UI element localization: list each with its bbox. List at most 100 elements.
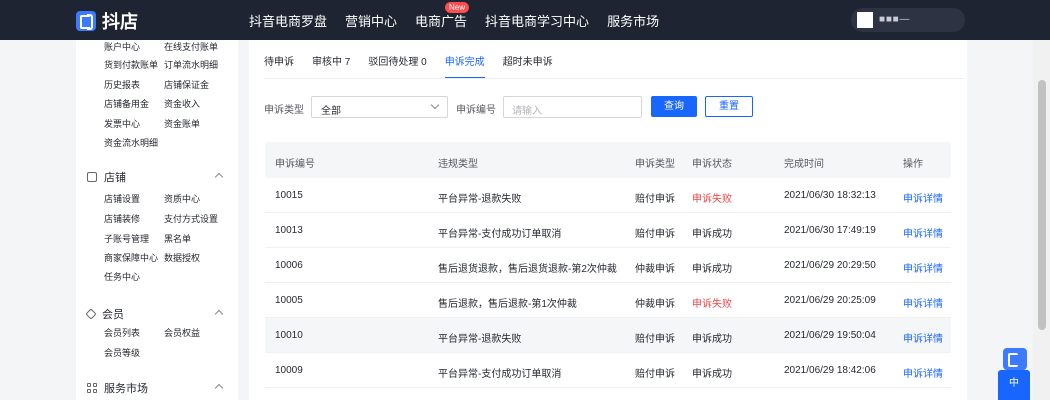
logo-text: 抖店 [102, 12, 138, 32]
violation-type: 平台异常-支付成功订单取消 [438, 229, 562, 240]
nav-item-marketing[interactable]: 营销中心 [345, 11, 397, 30]
table-row: 10013 平台异常-支付成功订单取消 赔付申诉 申诉成功 2021/06/30… [265, 213, 951, 248]
sidebar-link[interactable]: 资金账单 [164, 117, 200, 130]
appeal-id: 10015 [275, 190, 303, 201]
user-menu[interactable]: ■ ■ ■ — [851, 8, 965, 32]
sidebar-link[interactable]: 资金流水明细 [104, 136, 158, 149]
sidebar-link[interactable]: 店铺设置 [104, 192, 140, 205]
sidebar-link[interactable]: 货到付款账单 [104, 58, 158, 71]
appeal-table: 申诉编号 违规类型 申诉类型 申诉状态 完成时间 操作 10015 平台异常-退… [265, 142, 951, 388]
sidebar-link[interactable]: 店铺装修 [104, 212, 140, 225]
appeal-status: 申诉成功 [692, 264, 732, 275]
sidebar-link[interactable]: 账户中心 [104, 40, 140, 53]
appeal-id-input[interactable]: 请输入 [503, 96, 642, 118]
sidebar-group-service-market[interactable]: 服务市场 [87, 380, 148, 396]
complete-time: 2021/06/29 18:42:06 [784, 365, 876, 376]
new-badge: New [445, 1, 470, 13]
sidebar-link[interactable]: 店铺备用金 [104, 97, 149, 110]
diamond-icon [85, 308, 97, 320]
appeal-detail-link[interactable]: 申诉详情 [903, 295, 943, 310]
appeal-type: 赔付申诉 [635, 229, 675, 240]
sidebar-link[interactable]: 数据授权 [164, 251, 200, 264]
chevron-up-icon[interactable] [214, 383, 224, 393]
appeal-id-label: 申诉编号 [456, 105, 496, 116]
logo[interactable]: 抖店 [76, 8, 138, 34]
sidebar-group-label: 店铺 [104, 172, 126, 184]
logo-icon [76, 11, 96, 31]
appeal-type: 赔付申诉 [635, 194, 675, 205]
sidebar-group-member[interactable]: 会员 [85, 306, 124, 322]
appeal-id: 10013 [275, 225, 303, 236]
sidebar-group-label: 会员 [102, 309, 124, 321]
appeal-detail-link[interactable]: 申诉详情 [903, 330, 943, 345]
appeal-id: 10005 [275, 295, 303, 306]
sidebar-group-label: 服务市场 [104, 383, 148, 395]
column-header: 操作 [903, 159, 923, 170]
nav-item-ads[interactable]: 电商广告 New [415, 1, 470, 30]
appeal-status: 申诉失败 [692, 194, 732, 205]
table-row: 10005 售后退款，售后退款-第1次仲裁 仲裁申诉 申诉失败 2021/06/… [265, 283, 951, 318]
user-name: ■ ■ ■ — [879, 14, 909, 25]
sidebar-link[interactable]: 历史报表 [104, 78, 140, 91]
appeal-detail-link[interactable]: 申诉详情 [903, 190, 943, 205]
table-header: 申诉编号 违规类型 申诉类型 申诉状态 完成时间 操作 [265, 142, 951, 178]
sidebar-link[interactable]: 黑名单 [164, 232, 191, 245]
sidebar-link[interactable]: 资金收入 [164, 97, 200, 110]
nav-item-compass[interactable]: 抖音电商罗盘 [249, 11, 327, 30]
sidebar-group-store[interactable]: 店铺 [87, 169, 126, 185]
appeal-status: 申诉成功 [692, 334, 732, 345]
chevron-up-icon[interactable] [214, 172, 224, 182]
complete-time: 2021/06/29 20:25:09 [784, 295, 876, 306]
appeal-detail-link[interactable]: 申诉详情 [903, 225, 943, 240]
scrollbar-thumb[interactable] [1038, 80, 1046, 330]
assistant-button[interactable]: 中 [998, 370, 1030, 400]
table-row: 10010 平台异常-退款失败 赔付申诉 申诉成功 2021/06/29 19:… [265, 318, 951, 353]
nav-item-ads-label: 电商广告 [415, 13, 468, 29]
appeal-detail-link[interactable]: 申诉详情 [903, 260, 943, 275]
tab-reviewing[interactable]: 审核中 7 [312, 50, 350, 76]
tab-timeout[interactable]: 超时未申诉 [503, 50, 553, 76]
sidebar-link[interactable]: 任务中心 [104, 270, 140, 283]
appeal-status: 申诉成功 [692, 369, 732, 380]
sidebar-link[interactable]: 在线支付账单 [164, 40, 218, 53]
sidebar-link[interactable]: 订单流水明细 [164, 58, 218, 71]
nav-item-service-market[interactable]: 服务市场 [607, 11, 659, 30]
tab-pending[interactable]: 待申诉 [264, 50, 294, 76]
nav-item-learning[interactable]: 抖音电商学习中心 [485, 11, 589, 30]
complete-time: 2021/06/29 19:50:04 [784, 330, 876, 341]
table-row: 10009 平台异常-支付成功订单取消 赔付申诉 申诉成功 2021/06/29… [265, 353, 951, 388]
sidebar-link[interactable]: 商家保障中心 [104, 251, 158, 264]
query-button[interactable]: 查询 [651, 96, 697, 117]
appeal-type-label: 申诉类型 [264, 105, 304, 116]
sidebar-link[interactable]: 支付方式设置 [164, 212, 218, 225]
appeal-detail-link[interactable]: 申诉详情 [903, 365, 943, 380]
sidebar-link[interactable]: 子账号管理 [104, 232, 149, 245]
sidebar-link[interactable]: 资质中心 [164, 192, 200, 205]
reset-button[interactable]: 重置 [705, 96, 753, 117]
sidebar-link[interactable]: 会员等级 [104, 346, 140, 359]
violation-type: 平台异常-退款失败 [438, 194, 522, 205]
avatar [857, 12, 873, 28]
violation-type: 平台异常-支付成功订单取消 [438, 369, 562, 380]
complete-time: 2021/06/30 18:32:13 [784, 190, 876, 201]
chevron-down-icon [430, 100, 440, 110]
column-header: 完成时间 [784, 159, 824, 170]
top-bar: 抖店 抖音电商罗盘 营销中心 电商广告 New 抖音电商学习中心 服务市场 ■ … [0, 0, 1050, 40]
sidebar-link[interactable]: 会员列表 [104, 326, 140, 339]
assistant-logo-icon[interactable] [1003, 348, 1027, 370]
grid-icon [87, 383, 97, 393]
appeal-type: 赔付申诉 [635, 334, 675, 345]
violation-type: 售后退货退款，售后退货退款-第2次仲裁 [438, 264, 617, 275]
table-row: 10006 售后退货退款，售后退货退款-第2次仲裁 仲裁申诉 申诉成功 2021… [265, 248, 951, 283]
sidebar-link[interactable]: 店铺保证金 [164, 78, 209, 91]
column-header: 申诉编号 [275, 159, 315, 170]
sidebar-link[interactable]: 发票中心 [104, 117, 140, 130]
chevron-up-icon[interactable] [214, 309, 224, 319]
tab-rejected[interactable]: 驳回待处理 0 [368, 50, 426, 76]
appeal-type-value: 全部 [321, 106, 341, 117]
sidebar-link[interactable]: 会员权益 [164, 326, 200, 339]
appeal-type-select[interactable]: 全部 [311, 96, 448, 118]
appeal-type: 仲裁申诉 [635, 264, 675, 275]
tab-completed[interactable]: 申诉完成 [444, 50, 485, 79]
store-icon [87, 172, 97, 182]
